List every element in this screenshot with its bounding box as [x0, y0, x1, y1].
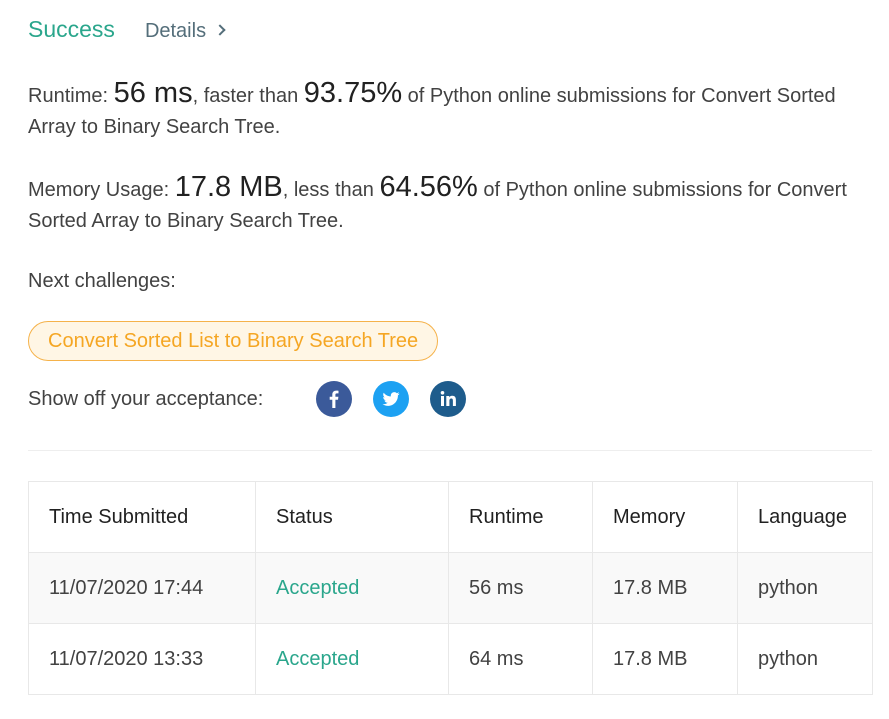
next-challenge-button[interactable]: Convert Sorted List to Binary Search Tre… [28, 321, 439, 361]
memory-cell: 17.8 MB [592, 552, 738, 624]
column-header-runtime[interactable]: Runtime [448, 481, 593, 553]
column-header-memory[interactable]: Memory [592, 481, 738, 553]
result-header: Success Details [28, 16, 226, 43]
memory-cell: 17.8 MB [592, 623, 738, 695]
runtime-label: Runtime: [28, 85, 114, 107]
table-header-row: Time Submitted Status Runtime Memory Lan… [28, 481, 873, 553]
runtime-cell: 56 ms [448, 552, 593, 624]
runtime-percentile: 93.75% [303, 77, 403, 109]
details-link[interactable]: Details [144, 20, 226, 43]
memory-stat: Memory Usage: 17.8 MB, less than 64.56% … [28, 172, 872, 237]
share-label: Show off your acceptance: [28, 387, 264, 410]
memory-mid-text: , less than [282, 179, 380, 201]
column-header-status[interactable]: Status [255, 481, 449, 553]
result-status-title: Success [28, 16, 115, 42]
memory-label: Memory Usage: [28, 179, 175, 201]
time-submitted-cell: 11/07/2020 13:33 [28, 623, 256, 695]
details-link-label: Details [144, 20, 207, 42]
memory-value: 17.8 MB [174, 171, 283, 203]
column-header-time-submitted[interactable]: Time Submitted [28, 481, 256, 553]
submissions-table: Time Submitted Status Runtime Memory Lan… [28, 481, 873, 695]
table-row: 11/07/2020 17:44 Accepted 56 ms 17.8 MB … [28, 552, 873, 624]
runtime-mid-text: , faster than [192, 85, 304, 107]
runtime-cell: 64 ms [448, 623, 593, 695]
status-link[interactable]: Accepted [255, 623, 449, 695]
runtime-stat: Runtime: 56 ms, faster than 93.75% of Py… [28, 78, 872, 143]
linkedin-icon[interactable] [430, 381, 466, 417]
table-row: 11/07/2020 13:33 Accepted 64 ms 17.8 MB … [28, 623, 873, 695]
chevron-right-icon [214, 24, 226, 36]
next-challenges-label: Next challenges: [28, 270, 176, 292]
twitter-icon[interactable] [373, 381, 409, 417]
memory-percentile: 64.56% [379, 171, 478, 203]
facebook-icon[interactable] [316, 381, 352, 417]
language-cell: python [737, 552, 873, 624]
share-row: Show off your acceptance: [28, 381, 487, 417]
time-submitted-cell: 11/07/2020 17:44 [28, 552, 256, 624]
runtime-value: 56 ms [113, 77, 193, 109]
section-divider [28, 450, 872, 451]
status-link[interactable]: Accepted [255, 552, 449, 624]
column-header-language[interactable]: Language [737, 481, 873, 553]
language-cell: python [737, 623, 873, 695]
